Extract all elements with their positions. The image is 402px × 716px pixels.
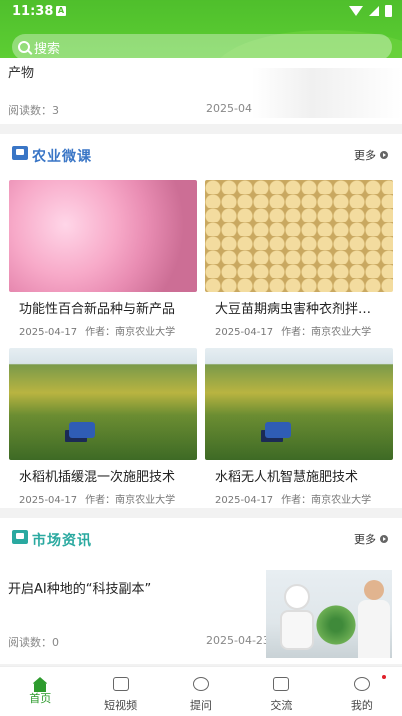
tab-label: 短视频 [104, 699, 138, 712]
course-date: 2025-04-17 [19, 495, 78, 506]
person-body [358, 600, 390, 658]
article-thumbnail [252, 68, 402, 118]
tab-label: 提问 [190, 699, 213, 712]
chat-icon [273, 677, 290, 691]
course-image-rice-field [205, 348, 393, 460]
more-link[interactable]: 更多 [354, 531, 388, 547]
battery-icon [385, 5, 392, 17]
notification-a-icon: A [56, 6, 66, 16]
course-meta: 2025-04-17 作者：南京农业大学 [9, 491, 197, 506]
wifi-icon [349, 6, 363, 16]
section-header: 市场资讯 更多 [0, 518, 402, 558]
course-image-rice-field [9, 348, 197, 460]
tab-label: 首页 [29, 692, 52, 705]
news-icon [12, 530, 28, 544]
course-card[interactable]: 功能性百合新品种与新产品 2025-04-17 作者：南京农业大学 [9, 180, 197, 338]
course-icon [12, 146, 28, 160]
signal-icon [369, 6, 379, 16]
course-meta: 2025-04-17 作者：南京农业大学 [9, 323, 197, 338]
user-icon [353, 677, 370, 691]
plant-leaves [316, 600, 356, 650]
article-title-partial: 产物 [8, 66, 35, 81]
course-image-soybean [205, 180, 393, 292]
course-author: 作者：南京农业大学 [281, 495, 372, 506]
course-date: 2025-04-17 [215, 327, 274, 338]
article-title: 开启AI种地的“科技副本” [8, 582, 152, 597]
more-label: 更多 [354, 533, 376, 546]
robot-head [284, 584, 310, 610]
tab-profile[interactable]: 我的 [322, 667, 402, 716]
section-title: 市场资讯 [32, 533, 92, 549]
course-card[interactable]: 水稻无人机智慧施肥技术 2025-04-17 作者：南京农业大学 [205, 348, 393, 506]
course-author: 作者：南京农业大学 [281, 327, 372, 338]
market-article-card[interactable]: 开启AI种地的“科技副本” 阅读数：0 2025-04-23 [0, 564, 402, 664]
course-title: 水稻机插缓混一次施肥技术 [19, 470, 176, 485]
person-head [364, 580, 384, 600]
course-author: 作者：南京农业大学 [85, 327, 176, 338]
tab-chat[interactable]: 交流 [241, 667, 321, 716]
bottom-tab-bar: 首页 短视频 提问 交流 我的 [0, 666, 402, 716]
question-icon [193, 677, 210, 691]
chevron-right-icon [380, 151, 388, 159]
article-card-partial[interactable]: 产物 阅读数：3 2025-04-1 [0, 58, 402, 124]
article-reads: 阅读数：3 [8, 104, 59, 117]
section-courses: 农业微课 更多 功能性百合新品种与新产品 2025-04-17 作者：南京农业大学… [0, 134, 402, 508]
course-date: 2025-04-17 [19, 327, 78, 338]
status-time: 11:38 [12, 4, 54, 19]
tab-label: 交流 [270, 699, 293, 712]
home-icon [32, 677, 49, 692]
course-image-lily [9, 180, 197, 292]
course-meta: 2025-04-17 作者：南京农业大学 [205, 491, 393, 506]
course-card[interactable]: 水稻机插缓混一次施肥技术 2025-04-17 作者：南京农业大学 [9, 348, 197, 506]
course-title: 大豆苗期病虫害种衣剂拌种… [215, 302, 383, 317]
course-title: 水稻无人机智慧施肥技术 [215, 470, 359, 485]
article-date: 2025-04-23 [206, 634, 270, 647]
notification-dot [382, 675, 387, 679]
section-title: 农业微课 [32, 149, 92, 165]
tab-label: 我的 [350, 699, 373, 712]
course-date: 2025-04-17 [215, 495, 274, 506]
status-bar: 11:38 A [0, 0, 402, 24]
more-link[interactable]: 更多 [354, 147, 388, 163]
course-title: 功能性百合新品种与新产品 [19, 302, 176, 317]
tab-question[interactable]: 提问 [161, 667, 241, 716]
search-input[interactable]: 搜索 [12, 34, 392, 60]
chevron-right-icon [380, 535, 388, 543]
status-icons [349, 5, 392, 17]
course-author: 作者：南京农业大学 [85, 495, 176, 506]
course-card[interactable]: 大豆苗期病虫害种衣剂拌种… 2025-04-17 作者：南京农业大学 [205, 180, 393, 338]
search-placeholder: 搜索 [34, 41, 61, 57]
more-label: 更多 [354, 149, 376, 162]
video-icon [112, 677, 129, 691]
tab-home[interactable]: 首页 [0, 667, 80, 716]
article-reads: 阅读数：0 [8, 636, 59, 649]
robot-body [280, 610, 314, 650]
article-thumbnail [266, 570, 392, 658]
search-icon [18, 41, 30, 53]
section-market: 市场资讯 更多 [0, 518, 402, 564]
course-meta: 2025-04-17 作者：南京农业大学 [205, 323, 393, 338]
section-header: 农业微课 更多 [0, 134, 402, 174]
tab-short-video[interactable]: 短视频 [80, 667, 160, 716]
